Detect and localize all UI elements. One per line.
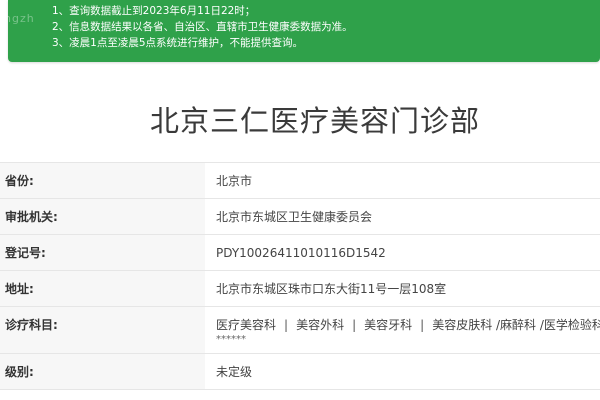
notice-line: 3、凌晨1点至凌晨5点系统进行维护，不能提供查询。 bbox=[52, 37, 304, 49]
department-item: 医疗美容科 bbox=[216, 318, 277, 332]
registration-value: PDY10026411010116D1542 bbox=[216, 245, 386, 260]
notice-line: 1、查询数据截止到2023年6月11日22时； bbox=[52, 5, 256, 17]
page-title: 北京三仁医疗美容门诊部 bbox=[149, 104, 480, 138]
department-item: 美容牙科 bbox=[364, 318, 413, 332]
province-value: 北京市 bbox=[216, 174, 253, 188]
table-row-level: 级别: 未定级 bbox=[0, 354, 600, 390]
table-row-address: 地址: 北京市东城区珠市口东大街11号一层108室 bbox=[0, 271, 600, 307]
department-separator: | bbox=[420, 318, 425, 332]
registration-label: 登记号: bbox=[0, 235, 205, 270]
authority-value: 北京市东城区卫生健康委员会 bbox=[216, 210, 373, 224]
departments-label: 诊疗科目: bbox=[0, 307, 205, 353]
department-separator: | bbox=[352, 318, 357, 332]
table-row-registration: 登记号: PDY10026411010116D1542 bbox=[0, 235, 600, 271]
address-value: 北京市东城区珠市口东大街11号一层108室 bbox=[216, 282, 447, 296]
table-row-departments: 诊疗科目: 医疗美容科 | 美容外科 | 美容牙科 | 美容皮肤科 /麻醉科 /医学检验科 … bbox=[0, 307, 600, 354]
department-item: 美容外科 bbox=[296, 318, 345, 332]
info-table: 省份: 北京市 审批机关: 北京市东城区卫生健康委员会 登记号: PDY1002… bbox=[0, 162, 600, 390]
departments-list: 医疗美容科 | 美容外科 | 美容牙科 | 美容皮肤科 /麻醉科 /医学检验科 bbox=[216, 316, 600, 333]
department-item: 美容皮肤科 /麻醉科 /医学检验科 bbox=[432, 318, 600, 332]
address-label: 地址: bbox=[0, 271, 205, 306]
table-row-authority: 审批机关: 北京市东城区卫生健康委员会 bbox=[0, 199, 600, 235]
authority-label: 审批机关: bbox=[0, 199, 205, 234]
department-separator: | bbox=[284, 318, 289, 332]
notice-banner: 1、查询数据截止到2023年6月11日22时； 2、信息数据结果以各省、自治区、… bbox=[8, 0, 600, 62]
table-row-province: 省份: 北京市 bbox=[0, 163, 600, 199]
notice-line: 2、信息数据结果以各省、自治区、直辖市卫生健康委数据为准。 bbox=[52, 21, 353, 33]
level-label: 级别: bbox=[0, 354, 205, 389]
province-label: 省份: bbox=[0, 163, 205, 198]
departments-value: 医疗美容科 | 美容外科 | 美容牙科 | 美容皮肤科 /麻醉科 /医学检验科 ****** bbox=[205, 307, 600, 353]
watermark: ngzh bbox=[4, 12, 35, 25]
departments-extra: ****** bbox=[216, 334, 246, 345]
level-value: 未定级 bbox=[216, 365, 253, 379]
